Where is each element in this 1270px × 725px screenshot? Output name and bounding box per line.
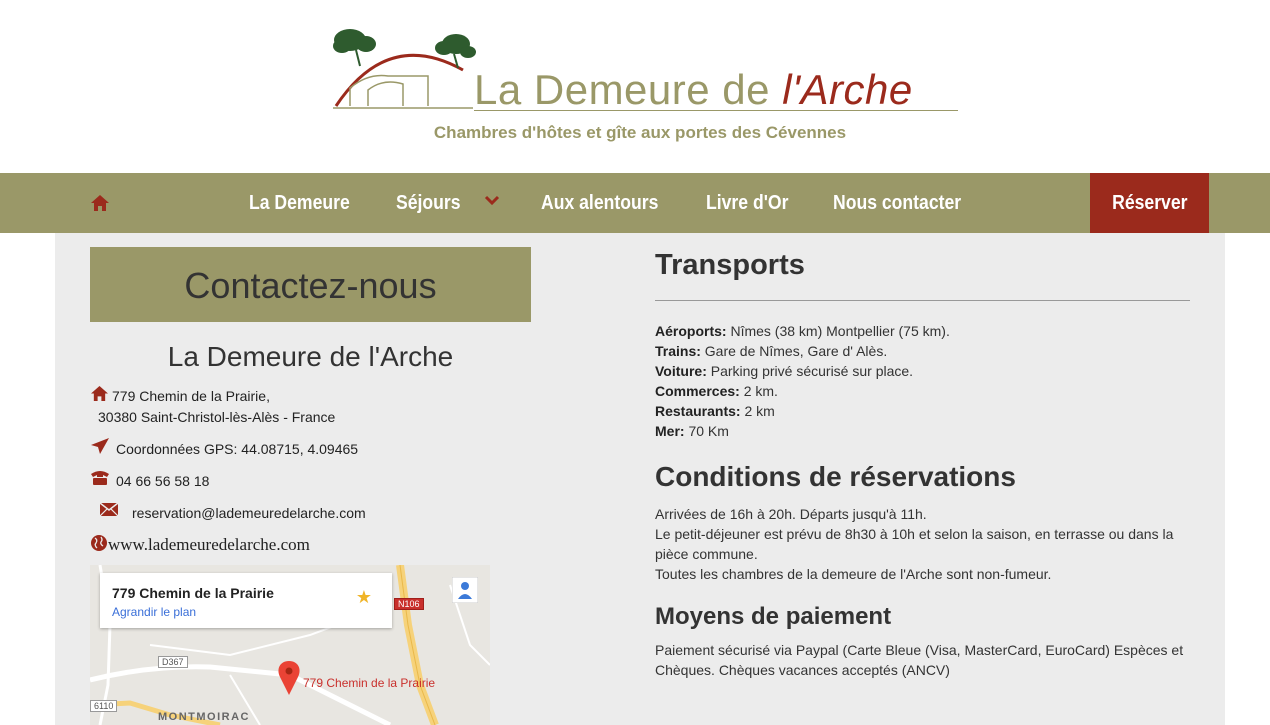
map-info-card: 779 Chemin de la Prairie Agrandir le pla… bbox=[100, 573, 392, 628]
map-town-label: MONTMOIRAC bbox=[158, 711, 250, 723]
email-link[interactable]: reservation@lademeuredelarche.com bbox=[132, 505, 366, 521]
star-icon[interactable]: ★ bbox=[356, 587, 372, 608]
transport-label: Voiture: bbox=[655, 363, 707, 379]
conditions-heading: Conditions de réservations bbox=[655, 461, 1016, 492]
street-view-pegman-icon[interactable] bbox=[452, 577, 478, 603]
arch-trees-icon bbox=[333, 29, 476, 109]
nav-item-la-demeure[interactable]: La Demeure bbox=[249, 173, 350, 233]
road-label-n106: N106 bbox=[394, 598, 424, 610]
logo-title: La Demeure de l'Arche bbox=[474, 66, 913, 114]
house-name: La Demeure de l'Arche bbox=[167, 341, 454, 372]
site-logo[interactable]: La Demeure de l'Arche bbox=[328, 18, 968, 123]
conditions-p3: Toutes les chambres de la demeure de l'A… bbox=[655, 566, 1052, 582]
enlarge-map-link[interactable]: Agrandir le plan bbox=[112, 605, 196, 619]
transport-label: Aéroports: bbox=[655, 323, 727, 339]
phone-icon bbox=[91, 471, 109, 485]
phone-text[interactable]: 04 66 56 58 18 bbox=[116, 473, 209, 489]
payment-text: Paiement sécurisé via Paypal (Carte Bleu… bbox=[655, 642, 1184, 678]
reserve-button[interactable]: Réserver bbox=[1090, 173, 1209, 233]
reserve-label: Réserver bbox=[1111, 192, 1188, 214]
transport-label: Restaurants: bbox=[655, 403, 741, 419]
logo-underline bbox=[474, 110, 958, 111]
transport-row: Commerces: 2 km. bbox=[655, 381, 778, 401]
transport-value: Parking privé sécurisé sur place. bbox=[706, 363, 914, 379]
address-line1: 779 Chemin de la Prairie, bbox=[112, 388, 270, 404]
main-content: Contactez-nous La Demeure de l'Arche 779… bbox=[55, 233, 1225, 725]
transport-value: 2 km bbox=[740, 403, 775, 419]
transport-value: 2 km. bbox=[739, 383, 778, 399]
home-icon[interactable] bbox=[90, 193, 110, 213]
logo-title-accent: l'Arche bbox=[782, 66, 913, 113]
send-arrow-icon bbox=[91, 438, 109, 454]
transport-value: Nîmes (38 km) Montpellier (75 km). bbox=[726, 323, 950, 339]
nav-item-nous-contacter[interactable]: Nous contacter bbox=[833, 173, 961, 233]
site-header: La Demeure de l'Arche Chambres d'hôtes e… bbox=[0, 0, 1270, 173]
house-icon bbox=[91, 385, 108, 402]
transports-heading: Transports bbox=[655, 249, 805, 281]
tagline-text: Chambres d'hôtes et gîte aux portes des … bbox=[433, 123, 847, 142]
nav-item-sejours[interactable]: Séjours bbox=[396, 173, 461, 233]
transport-row: Voiture: Parking privé sécurisé sur plac… bbox=[655, 361, 913, 381]
google-map[interactable]: 779 Chemin de la Prairie Agrandir le pla… bbox=[90, 565, 490, 725]
map-pin-label: 779 Chemin de la Prairie bbox=[303, 676, 436, 690]
transport-value: Gare de Nîmes, Gare d' Alès. bbox=[700, 343, 888, 359]
address-line2: 30380 Saint-Christol-lès-Alès - France bbox=[98, 409, 336, 425]
transport-row: Restaurants: 2 km bbox=[655, 401, 775, 421]
website-link[interactable]: www.lademeuredelarche.com bbox=[108, 535, 310, 555]
divider bbox=[655, 300, 1190, 301]
transport-row: Trains: Gare de Nîmes, Gare d' Alès. bbox=[655, 341, 887, 361]
road-label-d367: D367 bbox=[158, 656, 188, 668]
transport-label: Commerces: bbox=[655, 383, 740, 399]
transport-label: Mer: bbox=[655, 423, 685, 439]
transport-value: 70 Km bbox=[684, 423, 729, 439]
transport-label: Trains: bbox=[655, 343, 701, 359]
map-card-title: 779 Chemin de la Prairie bbox=[112, 585, 274, 601]
conditions-p1: Arrivées de 16h à 20h. Départs jusqu'à 1… bbox=[655, 506, 927, 522]
transport-row: Mer: 70 Km bbox=[655, 421, 729, 441]
site-tagline: Chambres d'hôtes et gîte aux portes des … bbox=[0, 123, 1270, 143]
payment-heading: Moyens de paiement bbox=[655, 603, 892, 630]
transport-row: Aéroports: Nîmes (38 km) Montpellier (75… bbox=[655, 321, 950, 341]
main-nav: La Demeure Séjours Aux alentours Livre d… bbox=[0, 173, 1270, 233]
chevron-down-icon[interactable] bbox=[484, 195, 500, 207]
road-label-6110: 6110 bbox=[90, 700, 118, 712]
logo-title-main: La Demeure de bbox=[474, 66, 783, 113]
envelope-icon bbox=[100, 503, 118, 516]
conditions-p2: Le petit-déjeuner est prévu de 8h30 à 10… bbox=[655, 526, 1174, 562]
gps-text: Coordonnées GPS: 44.08715, 4.09465 bbox=[116, 441, 359, 457]
nav-item-aux-alentours[interactable]: Aux alentours bbox=[541, 173, 658, 233]
globe-icon bbox=[91, 535, 107, 551]
nav-item-livre-dor[interactable]: Livre d'Or bbox=[706, 173, 788, 233]
contact-heading: Contactez-nous bbox=[90, 247, 531, 322]
